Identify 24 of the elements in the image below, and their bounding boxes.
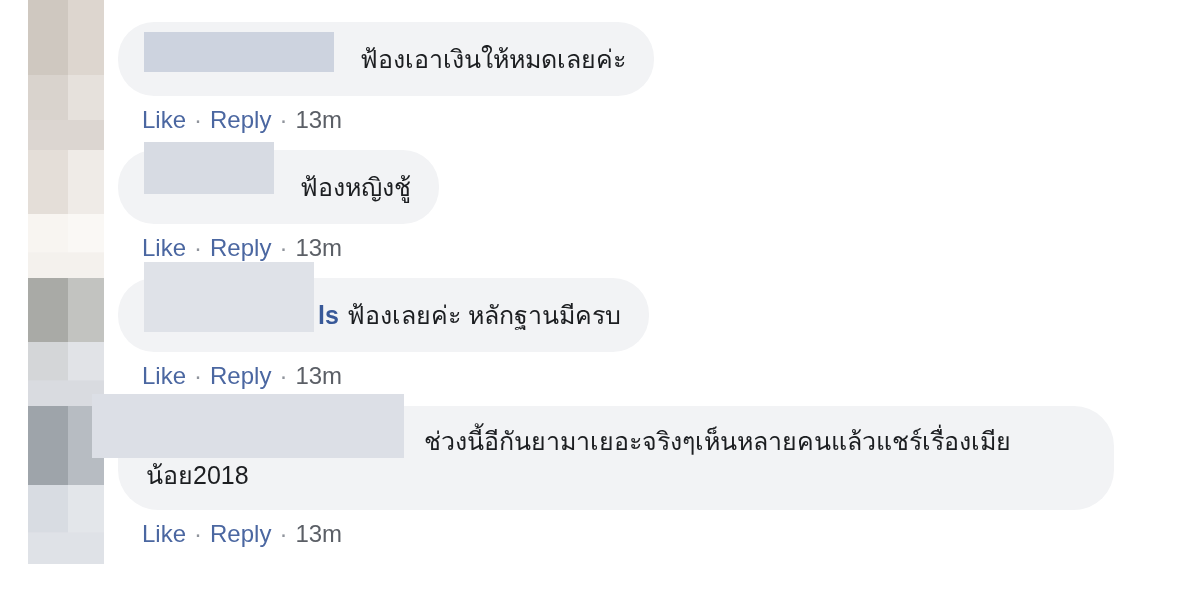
separator-dot: · <box>279 234 288 262</box>
comment-action-link[interactable]: Reply <box>210 234 272 262</box>
comment-action-link[interactable]: Reply <box>210 362 272 390</box>
separator-dot: · <box>194 520 203 548</box>
separator-dot: · <box>279 520 288 548</box>
comment-text: ฟ้องหญิงชู้ <box>300 173 411 201</box>
comment-action-link[interactable]: Like <box>142 106 187 134</box>
comment-time[interactable]: 13m <box>295 520 343 548</box>
comment-time[interactable]: 13m <box>295 234 343 262</box>
comment-action-link[interactable]: Reply <box>210 520 272 548</box>
separator-dot: · <box>279 106 288 134</box>
commenter-name[interactable]: ls <box>318 301 339 329</box>
comment-action-link[interactable]: Like <box>142 362 187 390</box>
separator-dot: · <box>279 362 288 390</box>
separator-dot: · <box>194 362 203 390</box>
comment-action-link[interactable]: Like <box>142 234 187 262</box>
comment-action-link[interactable]: Reply <box>210 106 272 134</box>
comment-time[interactable]: 13m <box>295 106 343 134</box>
comment-text: ฟ้องเอาเงินให้หมดเลยค่ะ <box>360 45 626 73</box>
comment-text: ฟ้องเลยค่ะ หลักฐานมีครบ <box>346 301 621 329</box>
separator-dot: · <box>194 234 203 262</box>
separator-dot: · <box>194 106 203 134</box>
comment-action-link[interactable]: Like <box>142 520 187 548</box>
comment-time[interactable]: 13m <box>295 362 343 390</box>
